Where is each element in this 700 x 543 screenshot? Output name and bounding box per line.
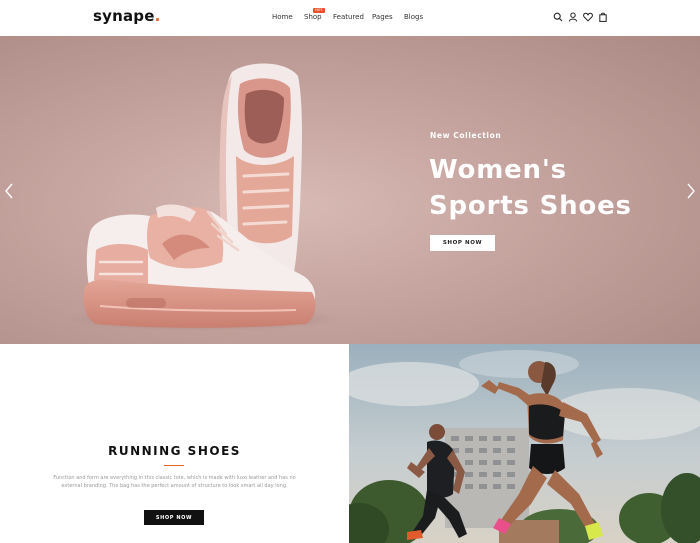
logo-dot: . [154,7,161,25]
bag-icon[interactable] [598,12,608,22]
prev-slide-arrow-icon[interactable] [4,182,14,200]
site-logo[interactable]: synape. [93,7,161,25]
nav-blogs[interactable]: Blogs [404,13,423,21]
running-shoes-promo: RUNNING SHOES Function and form are ever… [0,344,349,543]
runners-photo [349,344,700,543]
promo-shop-now-button[interactable]: SHOP NOW [144,510,204,525]
hero-shop-now-button[interactable]: SHOP NOW [430,235,495,251]
promo-title: RUNNING SHOES [108,444,241,458]
search-icon[interactable] [553,12,563,22]
promo-description: Function and form are everything in this… [53,475,296,489]
hero-slider: New Collection Women's Sports Shoes SHOP… [0,36,700,344]
user-icon[interactable] [568,12,578,22]
site-header: synape. Home Shop HOT Featured Pages Blo… [0,0,700,36]
logo-text: synape [93,7,155,25]
heart-icon[interactable] [583,12,593,22]
nav-home[interactable]: Home [272,13,293,21]
shop-hot-badge: HOT [313,8,325,13]
nav-featured[interactable]: Featured [333,13,364,21]
nav-pages[interactable]: Pages [372,13,393,21]
promo-divider [164,465,184,466]
next-slide-arrow-icon[interactable] [686,182,696,200]
nav-shop[interactable]: Shop [304,13,322,21]
hero-title: Women's Sports Shoes [429,155,632,221]
hero-subtitle: New Collection [430,131,502,140]
